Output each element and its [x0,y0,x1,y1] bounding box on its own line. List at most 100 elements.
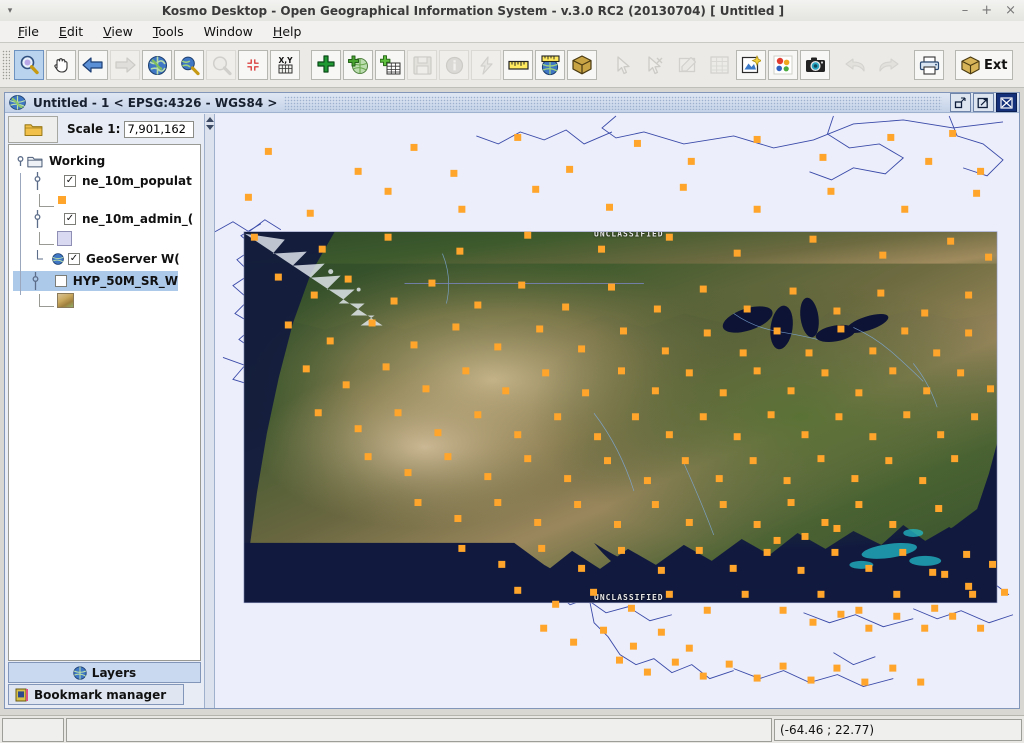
window-menu-icon[interactable]: ▾ [0,6,20,16]
bookmark-manager-label: Bookmark manager [34,687,167,702]
layer-label-0: ne_10m_populat [82,174,192,188]
legend-swatch-point [58,196,66,204]
splitter-collapse-right-icon[interactable] [205,125,214,130]
globe-icon [7,94,27,111]
layer-row-2[interactable]: ✓ GeoServer W( [13,249,200,269]
zoom-to-layer-button[interactable] [174,50,204,80]
scale-toolbar: Scale 1: [5,114,204,144]
expand-handle-icon[interactable] [29,272,42,290]
symbology-button[interactable] [768,50,798,80]
zoom-to-selection-button[interactable] [206,50,236,80]
frame-close-icon[interactable] [996,93,1017,112]
add-table-layer-button[interactable] [375,50,405,80]
tree-root-label: Working [49,154,106,168]
deselect-features-button[interactable] [640,50,670,80]
statusbar-message [66,717,772,742]
feature-info-button[interactable] [439,50,469,80]
expand-handle-icon[interactable] [30,210,44,228]
menu-file[interactable]: File [8,22,49,41]
toolbar-group-edit [607,50,831,80]
add-layer-button[interactable] [311,50,341,80]
panel-splitter[interactable] [205,114,215,708]
attribute-table-button[interactable] [704,50,734,80]
print-button[interactable] [914,50,944,80]
pan-tool-button[interactable] [46,50,76,80]
edit-geometry-button[interactable] [672,50,702,80]
menu-tools[interactable]: Tools [143,22,194,41]
map-frame-body: Scale 1: 7,901,162 Working ✓ ne_10m_popu… [5,114,1019,708]
main-toolbar: X,Y Ext [0,43,1024,88]
close-icon[interactable]: × [1005,4,1016,17]
bookmark-icon [15,688,29,702]
zoom-full-extent-button[interactable] [142,50,172,80]
globe-icon [73,665,87,680]
layer-legend-3 [13,291,200,309]
tree-node-root[interactable]: Working [13,151,200,171]
tree-trunk [20,173,21,295]
frame-maximize-icon[interactable] [973,93,994,112]
statusbar-indicator [2,717,64,742]
zoom-to-center-button[interactable] [238,50,268,80]
layer-label-1: ne_10m_admin_( [82,212,194,226]
toolbar-grip[interactable] [2,50,10,80]
previous-extent-button[interactable] [78,50,108,80]
toolbar-group-history [840,50,904,80]
layer-checkbox-0[interactable]: ✓ [64,175,76,187]
scale-input[interactable] [124,120,195,138]
raster-layer-image: UNCLASSIFIED UNCLASSIFIED [243,231,998,603]
toolbar-group-navigation: X,Y [13,50,301,80]
menu-window[interactable]: Window [194,22,263,41]
frame-restore-icon[interactable] [950,93,971,112]
application-window: ▾ Kosmo Desktop - Open Geographical Info… [0,0,1024,743]
redo-button[interactable] [873,50,903,80]
open-project-button[interactable] [8,115,58,143]
splitter-collapse-left-icon[interactable] [205,117,214,122]
measure-geodetic-button[interactable] [535,50,565,80]
layer-row-1[interactable]: ✓ ne_10m_admin_( [13,209,200,229]
layer-checkbox-2[interactable]: ✓ [68,253,80,265]
add-wms-layer-button[interactable] [343,50,373,80]
mdi-desktop: Untitled - 1 < EPSG:4326 - WGS84 > Scale… [0,88,1024,715]
layer-checkbox-3[interactable] [55,275,67,287]
measure-distance-button[interactable] [503,50,533,80]
new-map-view-button[interactable] [736,50,766,80]
menubar: File Edit View Tools Window Help [0,21,1024,43]
layers-tab-button[interactable]: Layers [8,662,201,683]
next-extent-button[interactable] [110,50,140,80]
menu-edit[interactable]: Edit [49,22,93,41]
goto-xy-button[interactable]: X,Y [270,50,300,80]
minimize-icon[interactable]: – [962,4,969,17]
3d-view-button[interactable] [567,50,597,80]
expand-handle-icon[interactable] [13,155,27,167]
map-frame-titlebar[interactable]: Untitled - 1 < EPSG:4326 - WGS84 > [5,93,1019,113]
layer-row-0[interactable]: ✓ ne_10m_populat [13,171,200,191]
zoom-in-tool-button[interactable] [14,50,44,80]
layers-panel: Scale 1: 7,901,162 Working ✓ ne_10m_popu… [5,114,205,708]
undo-button[interactable] [841,50,871,80]
flash-feature-button[interactable] [471,50,501,80]
layer-checkbox-1[interactable]: ✓ [64,213,76,225]
toolbar-group-extensions: Ext [954,50,1014,80]
legend-swatch-polygon [57,230,72,246]
bookmark-manager-button[interactable]: Bookmark manager [8,684,184,705]
menu-help[interactable]: Help [263,22,312,41]
map-canvas[interactable]: UNCLASSIFIED UNCLASSIFIED [215,114,1019,708]
extensions-button[interactable]: Ext [955,50,1014,80]
tree-leaf-connector [30,250,44,268]
layer-tree: Working ✓ ne_10m_populat ✓ ne_10m_admin_… [8,144,201,661]
wms-globe-icon [52,253,64,265]
layer-label-3: HYP_50M_SR_W [72,274,178,288]
watermark-bottom: UNCLASSIFIED [594,593,664,602]
menu-view[interactable]: View [93,22,143,41]
expand-handle-icon[interactable] [30,172,44,190]
select-features-button[interactable] [608,50,638,80]
screenshot-button[interactable] [800,50,830,80]
save-layer-button[interactable] [407,50,437,80]
layer-row-3[interactable]: HYP_50M_SR_W [13,271,178,291]
folder-icon [27,155,43,168]
maximize-icon[interactable]: + [981,4,992,17]
panel-buttons: Layers Bookmark manager [5,661,204,708]
scale-label: Scale 1: [67,122,121,136]
layers-tab-label: Layers [91,665,137,680]
layer-legend-0 [13,191,200,209]
